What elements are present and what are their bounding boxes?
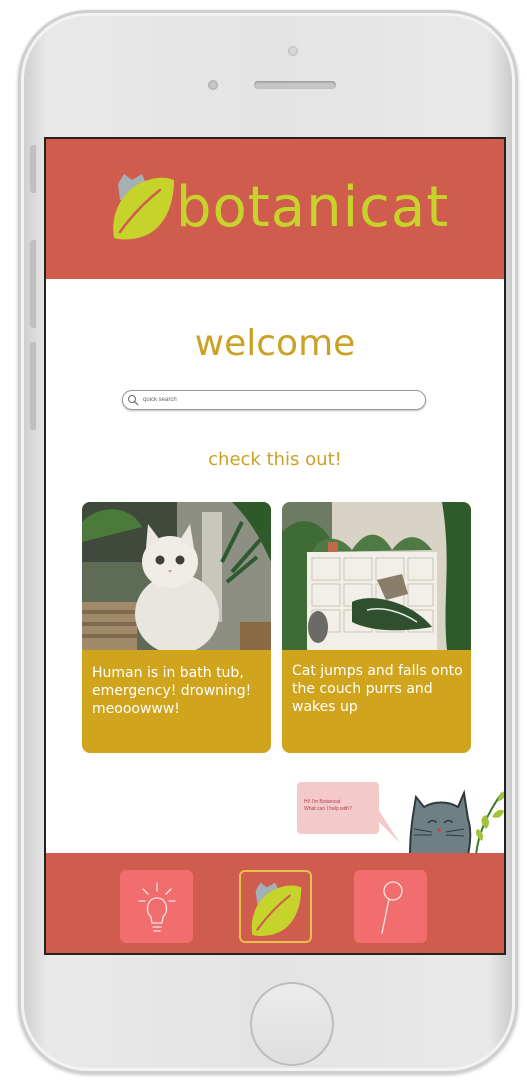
search-input[interactable] (139, 397, 403, 403)
cat-mascot-icon[interactable] (406, 779, 506, 855)
feed-card[interactable]: Human is in bath tub, emergency! drownin… (82, 502, 271, 753)
welcome-heading: welcome (194, 323, 356, 364)
front-camera (288, 46, 298, 56)
search-icon (380, 880, 403, 934)
feed-heading: check this out! (208, 449, 342, 470)
cat-plants-photo (282, 502, 471, 650)
leaf-logo-icon (251, 882, 301, 936)
volume-down-button (30, 342, 36, 430)
nav-search-button[interactable] (354, 870, 427, 943)
app-screen: botanicat welcome check this out! (44, 137, 506, 955)
leaf-logo-icon (113, 174, 174, 240)
earpiece-speaker (254, 81, 336, 89)
card-caption: Human is in bath tub, emergency! drownin… (92, 665, 252, 717)
card-caption: Cat jumps and falls onto the couch purrs… (292, 663, 463, 715)
mute-switch (30, 145, 36, 193)
volume-up-button (30, 240, 36, 328)
feed-card[interactable]: Cat jumps and falls onto the couch purrs… (282, 502, 471, 753)
bottom-nav-bar (46, 853, 504, 953)
brand-logo-text: botanicat (176, 175, 450, 240)
kitten-photo (82, 502, 271, 650)
nav-home-button[interactable] (239, 870, 312, 943)
home-button[interactable] (250, 982, 334, 1066)
proximity-sensor (208, 80, 218, 90)
lightbulb-icon (137, 881, 176, 932)
speech-bubble-tail (366, 809, 400, 843)
quick-search-bar[interactable] (122, 390, 426, 410)
search-icon (128, 395, 139, 406)
nav-tips-button[interactable] (120, 870, 193, 943)
app-header: botanicat (46, 139, 504, 279)
